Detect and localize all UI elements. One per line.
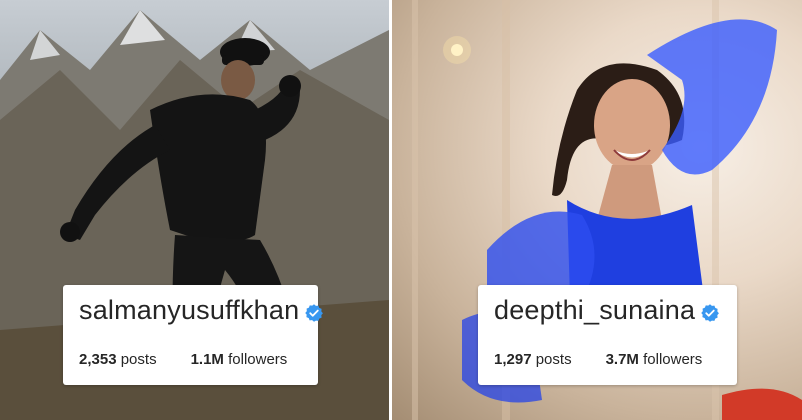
username-row: deepthi_sunaina: [494, 295, 720, 326]
followers-label: followers: [643, 351, 703, 368]
posts-label: posts: [120, 351, 157, 368]
username-row: salmanyusuffkhan: [79, 295, 324, 326]
followers-stat[interactable]: 1.1M followers: [191, 351, 288, 368]
posts-stat[interactable]: 2,353 posts: [79, 351, 157, 368]
profile-stats: 2,353 posts 1.1M followers: [79, 351, 287, 368]
posts-label: posts: [535, 351, 572, 368]
verified-badge-icon: [304, 299, 324, 322]
followers-count: 3.7M: [605, 351, 639, 368]
profile-card-right: deepthi_sunaina 1,297 posts 3.7M follower…: [478, 285, 737, 385]
profile-card-left: salmanyusuffkhan 2,353 posts 1.1M followe…: [63, 285, 324, 385]
followers-stat[interactable]: 3.7M followers: [606, 351, 703, 368]
posts-count: 1,297: [494, 351, 532, 368]
username-label[interactable]: salmanyusuffkhan: [79, 295, 299, 325]
username-label[interactable]: deepthi_sunaina: [494, 295, 695, 325]
posts-stat[interactable]: 1,297 posts: [494, 351, 572, 368]
followers-label: followers: [228, 351, 288, 368]
profile-stats: 1,297 posts 3.7M followers: [494, 351, 702, 368]
verified-badge-icon: [700, 299, 720, 322]
followers-count: 1.1M: [190, 351, 224, 368]
posts-count: 2,353: [79, 351, 117, 368]
